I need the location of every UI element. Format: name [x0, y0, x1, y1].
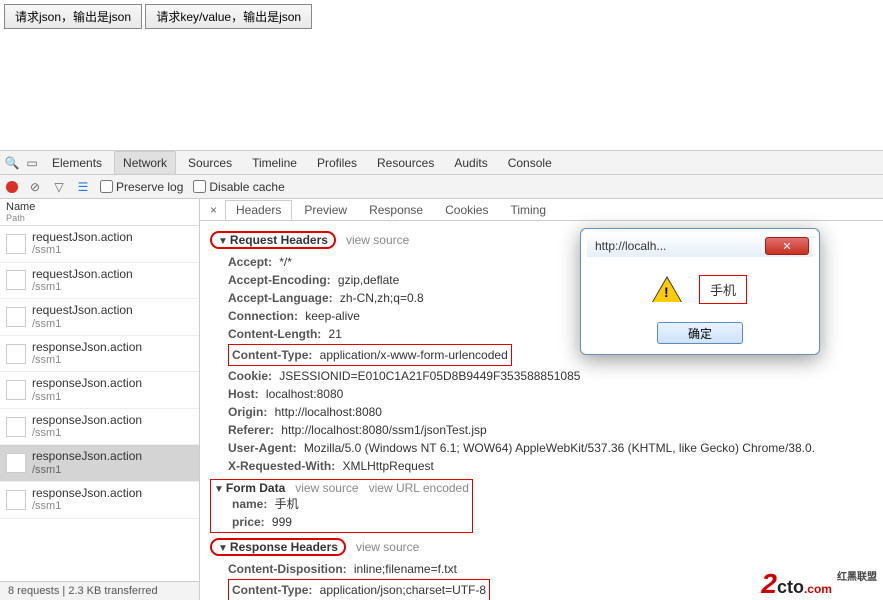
- file-icon: [6, 307, 26, 327]
- tab-resources[interactable]: Resources: [369, 152, 442, 174]
- request-name: responseJson.action: [32, 413, 142, 427]
- view-source-link[interactable]: view source: [346, 233, 409, 247]
- dtab-headers[interactable]: Headers: [225, 200, 292, 220]
- resp-content-type-highlight: Content-Type: application/json;charset=U…: [228, 579, 490, 600]
- request-path: /ssm1: [32, 391, 142, 404]
- tab-timeline[interactable]: Timeline: [244, 152, 305, 174]
- request-row[interactable]: responseJson.action/ssm1: [0, 482, 199, 519]
- sidebar-header: Name Path: [0, 199, 199, 226]
- request-row[interactable]: responseJson.action/ssm1: [0, 336, 199, 373]
- devtools-tabbar: 🔍 ▭ Elements Network Sources Timeline Pr…: [0, 151, 883, 175]
- request-json-button[interactable]: 请求json，输出是json: [4, 4, 142, 29]
- alert-close-button[interactable]: ✕: [765, 237, 809, 255]
- disable-cache-label[interactable]: Disable cache: [193, 180, 284, 194]
- network-toolbar: ⊘ ▽ ☰ Preserve log Disable cache: [0, 175, 883, 199]
- alert-ok-button[interactable]: 确定: [657, 322, 743, 344]
- caret-down-icon: ▼: [218, 236, 228, 247]
- request-row[interactable]: responseJson.action/ssm1: [0, 445, 199, 482]
- alert-message: 手机: [699, 275, 747, 304]
- file-icon: [6, 270, 26, 290]
- search-icon[interactable]: 🔍: [4, 156, 20, 170]
- form-data-title[interactable]: ▼Form Data: [214, 481, 285, 495]
- file-icon: [6, 417, 26, 437]
- file-icon: [6, 344, 26, 364]
- response-headers-title[interactable]: ▼Response Headers: [210, 538, 346, 556]
- file-icon: [6, 380, 26, 400]
- record-icon[interactable]: [6, 181, 18, 193]
- request-path: /ssm1: [32, 281, 133, 294]
- filter-icon[interactable]: ▽: [52, 180, 66, 194]
- alert-dialog: http://localh... ✕ 手机 确定: [580, 228, 820, 355]
- request-path: /ssm1: [32, 464, 142, 477]
- request-name: requestJson.action: [32, 303, 133, 317]
- col-name: Name: [6, 201, 35, 213]
- dtab-preview[interactable]: Preview: [294, 201, 357, 219]
- alert-title: http://localh...: [591, 239, 765, 253]
- tab-profiles[interactable]: Profiles: [309, 152, 365, 174]
- dtab-cookies[interactable]: Cookies: [435, 201, 498, 219]
- caret-down-icon: ▼: [214, 484, 224, 495]
- tab-network[interactable]: Network: [114, 151, 176, 174]
- devtools-panel: 🔍 ▭ Elements Network Sources Timeline Pr…: [0, 150, 883, 600]
- close-icon[interactable]: ×: [204, 203, 223, 217]
- request-headers-title[interactable]: ▼Request Headers: [210, 231, 336, 249]
- caret-down-icon: ▼: [218, 543, 228, 554]
- request-name: responseJson.action: [32, 449, 142, 463]
- file-icon: [6, 453, 26, 473]
- preserve-log-label[interactable]: Preserve log: [100, 180, 183, 194]
- dtab-timing[interactable]: Timing: [500, 201, 556, 219]
- dtab-response[interactable]: Response: [359, 201, 433, 219]
- view-source-link[interactable]: view source: [356, 540, 419, 554]
- request-path: /ssm1: [32, 427, 142, 440]
- warning-icon: [653, 278, 681, 302]
- tab-elements[interactable]: Elements: [44, 152, 110, 174]
- request-list[interactable]: requestJson.action/ssm1requestJson.actio…: [0, 226, 199, 581]
- tab-sources[interactable]: Sources: [180, 152, 240, 174]
- request-name: responseJson.action: [32, 340, 142, 354]
- request-row[interactable]: responseJson.action/ssm1: [0, 409, 199, 446]
- preserve-log-text: Preserve log: [116, 180, 183, 194]
- request-path: /ssm1: [32, 500, 142, 513]
- request-row[interactable]: responseJson.action/ssm1: [0, 372, 199, 409]
- request-path: /ssm1: [32, 244, 133, 257]
- request-name: responseJson.action: [32, 376, 142, 390]
- disable-cache-checkbox[interactable]: [193, 180, 206, 193]
- request-row[interactable]: requestJson.action/ssm1: [0, 299, 199, 336]
- request-row[interactable]: requestJson.action/ssm1: [0, 263, 199, 300]
- watermark: 2cto.com 红黑联盟: [761, 568, 877, 600]
- device-icon[interactable]: ▭: [24, 156, 40, 170]
- request-name: requestJson.action: [32, 230, 133, 244]
- form-data-block: name: 手机 price: 999: [232, 495, 469, 531]
- file-icon: [6, 490, 26, 510]
- request-kv-button[interactable]: 请求key/value，输出是json: [145, 4, 312, 29]
- tab-console[interactable]: Console: [500, 152, 560, 174]
- disable-cache-text: Disable cache: [209, 180, 284, 194]
- file-icon: [6, 234, 26, 254]
- detail-tabs: × Headers Preview Response Cookies Timin…: [200, 199, 883, 221]
- request-path: /ssm1: [32, 318, 133, 331]
- request-row[interactable]: requestJson.action/ssm1: [0, 226, 199, 263]
- tab-audits[interactable]: Audits: [446, 152, 495, 174]
- request-list-sidebar: Name Path requestJson.action/ssm1request…: [0, 199, 200, 600]
- request-name: responseJson.action: [32, 486, 142, 500]
- clear-icon[interactable]: ⊘: [28, 180, 42, 194]
- view-url-encoded-link[interactable]: view URL encoded: [369, 481, 469, 495]
- preserve-log-checkbox[interactable]: [100, 180, 113, 193]
- request-path: /ssm1: [32, 354, 142, 367]
- col-path: Path: [6, 213, 193, 223]
- req-content-type-highlight: Content-Type: application/x-www-form-url…: [228, 344, 512, 366]
- view-icon[interactable]: ☰: [76, 180, 90, 194]
- request-name: requestJson.action: [32, 267, 133, 281]
- view-source-link[interactable]: view source: [295, 481, 358, 495]
- status-bar: 8 requests | 2.3 KB transferred: [0, 581, 199, 600]
